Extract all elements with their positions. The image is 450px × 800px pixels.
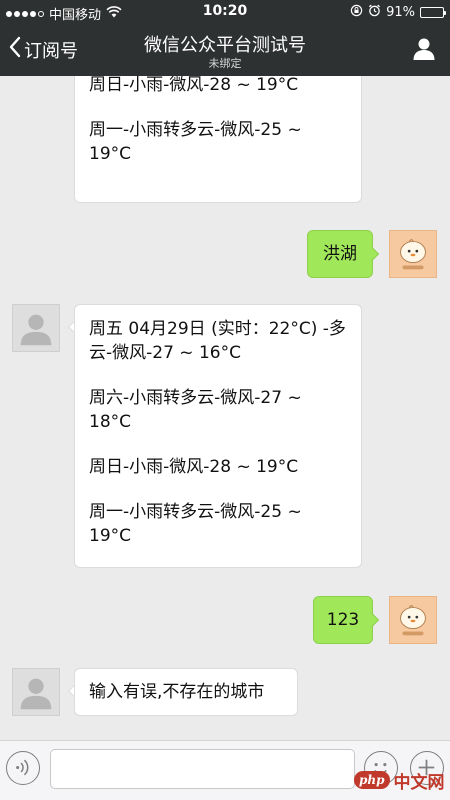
watermark-text: 中文网 — [393, 772, 445, 793]
message-text: 输入有误,不存在的城市 — [89, 682, 265, 702]
chick-avatar-icon — [400, 605, 426, 636]
avatar[interactable] — [389, 596, 437, 644]
status-bar: 中国移动 10:20 91% — [0, 0, 450, 24]
voice-icon — [16, 759, 29, 776]
status-right: 91% — [350, 4, 446, 21]
message-text: 周五 04月29日 (实时：22°C) -多云-微风-27 ~ 16°C — [89, 319, 346, 363]
user-icon[interactable] — [412, 37, 436, 65]
message-text: 123 — [326, 610, 360, 630]
battery-icon — [420, 7, 446, 18]
avatar[interactable] — [12, 304, 60, 352]
message-text: 周日-小雨-微风-28 ~ 19°C — [89, 457, 299, 477]
alarm-icon — [368, 4, 381, 21]
voice-button[interactable] — [6, 751, 40, 785]
message-text: 周一-小雨转多云-微风-25 ~ 19°C — [89, 502, 302, 546]
avatar[interactable] — [389, 230, 437, 278]
message-bubble-incoming[interactable]: 周日-小雨-微风-28 ~ 19°C 周一-小雨转多云-微风-25 ~ 19°C — [74, 76, 362, 203]
message-text: 周一-小雨转多云-微风-25 ~ 19°C — [89, 120, 302, 164]
message-input[interactable] — [50, 749, 355, 789]
message-bubble-outgoing[interactable]: 洪湖 — [307, 230, 373, 278]
default-avatar-icon — [20, 314, 52, 346]
page-title: 微信公众平台测试号 — [144, 35, 306, 56]
watermark-badge: php — [354, 771, 390, 789]
page-subtitle: 未绑定 — [208, 57, 242, 70]
chat-area[interactable]: 周日-小雨-微风-28 ~ 19°C 周一-小雨转多云-微风-25 ~ 19°C… — [0, 76, 450, 740]
message-bubble-incoming[interactable]: 输入有误,不存在的城市 — [74, 668, 298, 716]
message-text: 周日-小雨-微风-28 ~ 19°C — [89, 76, 299, 95]
message-text: 周六-小雨转多云-微风-27 ~ 18°C — [89, 388, 302, 432]
watermark-logo: php 中文网 — [354, 764, 446, 796]
chick-avatar-icon — [400, 239, 426, 270]
default-avatar-icon — [20, 678, 52, 710]
avatar[interactable] — [12, 668, 60, 716]
rotation-lock-icon — [350, 4, 363, 21]
nav-bar: 订阅号 微信公众平台测试号 未绑定 — [0, 24, 450, 76]
message-text: 洪湖 — [323, 244, 357, 264]
battery-percent: 91% — [386, 5, 415, 20]
message-bubble-incoming[interactable]: 周五 04月29日 (实时：22°C) -多云-微风-27 ~ 16°C 周六-… — [74, 304, 362, 568]
